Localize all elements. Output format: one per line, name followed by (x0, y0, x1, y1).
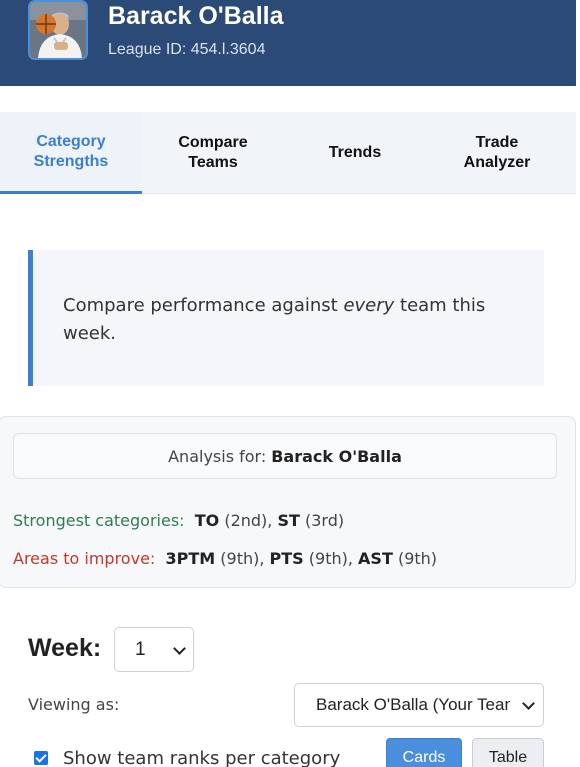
analysis-team-name: Barack O'Balla (271, 446, 402, 466)
category-rank: (9th) (220, 549, 260, 568)
tab-category-strengths[interactable]: Category Strengths (0, 112, 142, 194)
league-id: League ID: 454.l.3604 (108, 41, 266, 58)
category-rank: (2nd) (224, 511, 268, 530)
category-rank: (9th) (397, 549, 438, 568)
show-ranks-checkbox[interactable] (34, 751, 48, 765)
info-callout: Compare performance against every team t… (28, 250, 544, 386)
viewing-as-label: Viewing as: (28, 695, 120, 714)
week-select[interactable]: 1 (114, 627, 194, 672)
tab-bar: Category Strengths Compare Teams Trends Tr… (0, 112, 576, 194)
info-text-part: Compare performance against (63, 295, 344, 316)
category-name: PTS (269, 549, 304, 568)
info-text-emphasis: every (343, 295, 395, 316)
team-name: Barack O'Balla (108, 2, 284, 30)
analysis-for-label: Analysis for: (168, 446, 267, 466)
tab-label-line: Strengths (33, 152, 109, 170)
tab-trends[interactable]: Trends (284, 112, 426, 194)
category-name: ST (277, 511, 300, 530)
show-ranks-label[interactable]: Show team ranks per category (63, 748, 340, 767)
viewing-as-select[interactable]: Barack O'Balla (Your Team) (294, 683, 544, 727)
tab-label-line: Analyzer (463, 154, 531, 171)
chevron-down-icon (173, 642, 186, 655)
tab-label-line: Category (36, 132, 106, 150)
tab-label-line: Trends (328, 144, 382, 161)
chevron-down-icon (522, 697, 535, 710)
improve-label: Areas to improve: (13, 549, 156, 568)
analysis-for-banner: Analysis for: Barack O'Balla (13, 433, 557, 479)
viewing-as-value: Barack O'Balla (Your Team) (316, 695, 510, 714)
tab-label-line: Teams (188, 154, 238, 171)
week-value: 1 (135, 638, 146, 660)
tab-label-line: Trade (475, 134, 519, 151)
cards-view-button[interactable]: Cards (386, 738, 462, 767)
category-rank: (3rd) (305, 511, 345, 530)
category-rank: (9th) (308, 549, 348, 568)
category-name: AST (358, 549, 393, 568)
strongest-label: Strongest categories: (13, 511, 185, 530)
analysis-card: Analysis for: Barack O'Balla Strongest c… (0, 416, 576, 588)
tab-label-line: Compare (178, 134, 248, 151)
app-header: Barack O'Balla League ID: 454.l.3604 (0, 0, 576, 86)
player-photo-icon (30, 2, 86, 58)
areas-to-improve: Areas to improve: 3PTM (9th), PTS (9th),… (13, 549, 438, 568)
info-text: Compare performance against every team t… (63, 292, 523, 348)
team-avatar (28, 0, 88, 60)
tab-trade-analyzer[interactable]: Trade Analyzer (426, 112, 568, 194)
table-view-button[interactable]: Table (472, 738, 544, 767)
tab-compare-teams[interactable]: Compare Teams (142, 112, 284, 194)
week-label: Week: (28, 634, 102, 662)
category-name: TO (194, 511, 220, 530)
strongest-categories: Strongest categories: TO (2nd), ST (3rd) (13, 511, 345, 530)
category-name: 3PTM (165, 549, 216, 568)
